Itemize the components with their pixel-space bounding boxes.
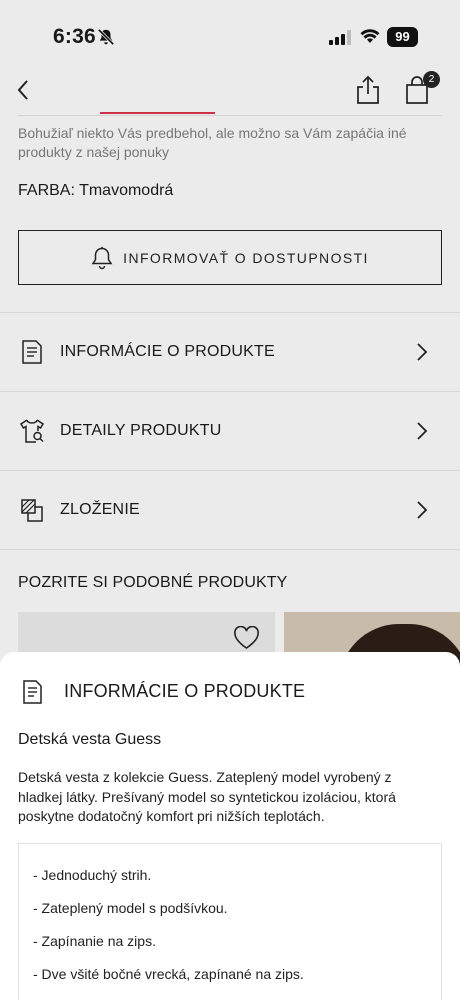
features-list: - Jednoduchý strih. - Zateplený model s … xyxy=(18,843,442,1000)
battery-indicator: 99 xyxy=(387,27,418,47)
sheet-title: INFORMÁCIE O PRODUKTE xyxy=(64,681,306,701)
color-info: FARBA: Tmavomodrá xyxy=(18,182,173,200)
cart-count-badge: 2 xyxy=(423,71,440,88)
signal-icon xyxy=(329,30,351,45)
accordion-product-details[interactable]: DETAILY PRODUKTU xyxy=(0,391,460,470)
product-description: Detská vesta z kolekcie Guess. Zateplený… xyxy=(18,769,396,824)
bell-off-icon xyxy=(97,28,115,46)
accordion-composition[interactable]: ZLOŽENIE xyxy=(0,470,460,549)
chevron-right-icon xyxy=(417,501,428,519)
wifi-icon xyxy=(360,29,380,43)
chevron-right-icon xyxy=(417,343,428,361)
list-item: - Zapínanie na zips. xyxy=(33,933,156,949)
document-icon xyxy=(22,340,42,364)
list-item: - Zateplený model s podšívkou. xyxy=(33,900,228,916)
list-item: - Dve všité bočné vrecká, zapínané na zi… xyxy=(33,966,304,982)
tshirt-search-icon xyxy=(19,419,45,443)
color-value: Tmavomodrá xyxy=(79,182,174,199)
document-icon xyxy=(23,680,42,704)
share-button[interactable] xyxy=(355,75,381,105)
status-time: 6:36 xyxy=(53,25,96,48)
list-item: - Jednoduchý strih. xyxy=(33,867,152,883)
accordion-label: ZLOŽENIE xyxy=(60,501,140,518)
status-bar: 6:36 99 xyxy=(0,0,460,72)
bell-icon xyxy=(91,246,113,269)
similar-products-title: POZRITE SI PODOBNÉ PRODUKTY xyxy=(18,574,288,591)
price-edge xyxy=(100,108,215,115)
divider xyxy=(18,115,442,116)
chevron-right-icon xyxy=(417,422,428,440)
notify-button-label: INFORMOVAŤ O DOSTUPNOSTI xyxy=(123,249,369,266)
color-label: FARBA: xyxy=(18,182,75,199)
product-info-sheet: INFORMÁCIE O PRODUKTE Detská vesta Guess… xyxy=(0,652,460,1000)
divider xyxy=(0,549,460,550)
fabric-layers-icon xyxy=(21,499,43,522)
heart-icon[interactable] xyxy=(233,626,260,650)
unavailable-message: Bohužiaľ niekto Vás predbehol, ale možno… xyxy=(18,125,407,160)
product-name: Detská vesta Guess xyxy=(18,731,162,748)
nav-bar xyxy=(0,72,460,112)
accordion-product-info[interactable]: INFORMÁCIE O PRODUKTE xyxy=(0,312,460,391)
accordion-label: DETAILY PRODUKTU xyxy=(60,422,222,439)
notify-availability-button[interactable]: INFORMOVAŤ O DOSTUPNOSTI xyxy=(18,230,442,285)
back-button[interactable] xyxy=(14,78,34,102)
accordion-label: INFORMÁCIE O PRODUKTE xyxy=(60,343,275,360)
